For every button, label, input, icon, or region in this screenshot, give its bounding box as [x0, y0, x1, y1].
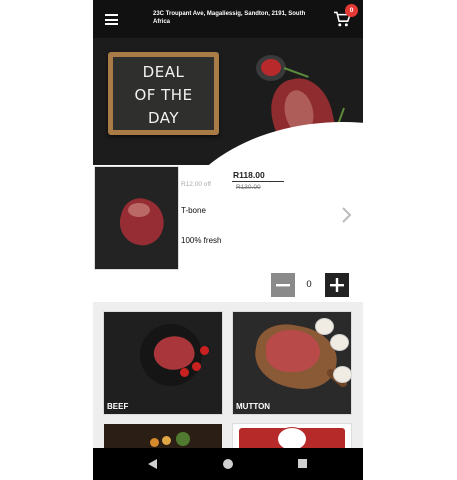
spice-bowl-decoration	[315, 318, 334, 335]
delivery-address[interactable]: 23C Troupant Ave, Magaliessig, Sandton, …	[153, 11, 315, 26]
chalkboard-text-line: OF THE	[134, 86, 193, 104]
deal-price: R118.00	[233, 170, 265, 180]
square-recent-icon[interactable]	[298, 459, 307, 468]
top-app-bar: 23C Troupant Ave, Magaliessig, Sandton, …	[93, 0, 363, 38]
chalkboard: DEAL OF THE DAY	[108, 52, 219, 135]
app-screen: 23C Troupant Ave, Magaliessig, Sandton, …	[93, 0, 363, 480]
price-divider	[232, 181, 284, 182]
chalkboard-text-line: DAY	[147, 109, 180, 127]
product-description: 100% fresh	[181, 236, 222, 245]
mutton-image	[266, 330, 320, 372]
category-label: MUTTON	[236, 402, 271, 411]
spice-bowl-decoration	[333, 366, 351, 383]
category-tile-mutton[interactable]: MUTTON	[233, 312, 351, 414]
food-decoration	[162, 436, 171, 445]
pepper-decoration	[261, 59, 281, 76]
food-decoration	[150, 438, 159, 447]
increase-quantity-button[interactable]	[325, 273, 349, 297]
spice-bowl-decoration	[330, 334, 349, 351]
decrease-quantity-button[interactable]	[271, 273, 295, 297]
tomato-decoration	[200, 346, 209, 355]
steak-marbling	[128, 203, 150, 217]
deal-product-image[interactable]	[94, 166, 179, 270]
tomato-decoration	[180, 368, 189, 377]
food-decoration	[176, 432, 190, 446]
tomato-decoration	[192, 362, 201, 371]
product-name: T-bone	[181, 206, 206, 215]
category-tile-beef[interactable]: BEEF	[104, 312, 222, 414]
circle-home-icon[interactable]	[223, 459, 233, 469]
chalkboard-surface: DEAL OF THE DAY	[113, 57, 214, 130]
plus-icon	[330, 278, 344, 292]
chevron-right-icon[interactable]	[339, 205, 354, 225]
hamburger-menu-icon[interactable]	[105, 14, 118, 25]
discount-amount: R12.00 off	[181, 181, 211, 188]
minus-icon	[276, 284, 290, 287]
herb-decoration	[283, 67, 309, 78]
chalkboard-text-line: DEAL	[142, 63, 185, 81]
cart-count-badge: 0	[345, 4, 358, 17]
category-label: BEEF	[107, 402, 129, 411]
triangle-back-icon[interactable]	[147, 458, 158, 470]
original-price: R130.00	[236, 184, 261, 191]
quantity-value: 0	[306, 279, 312, 290]
